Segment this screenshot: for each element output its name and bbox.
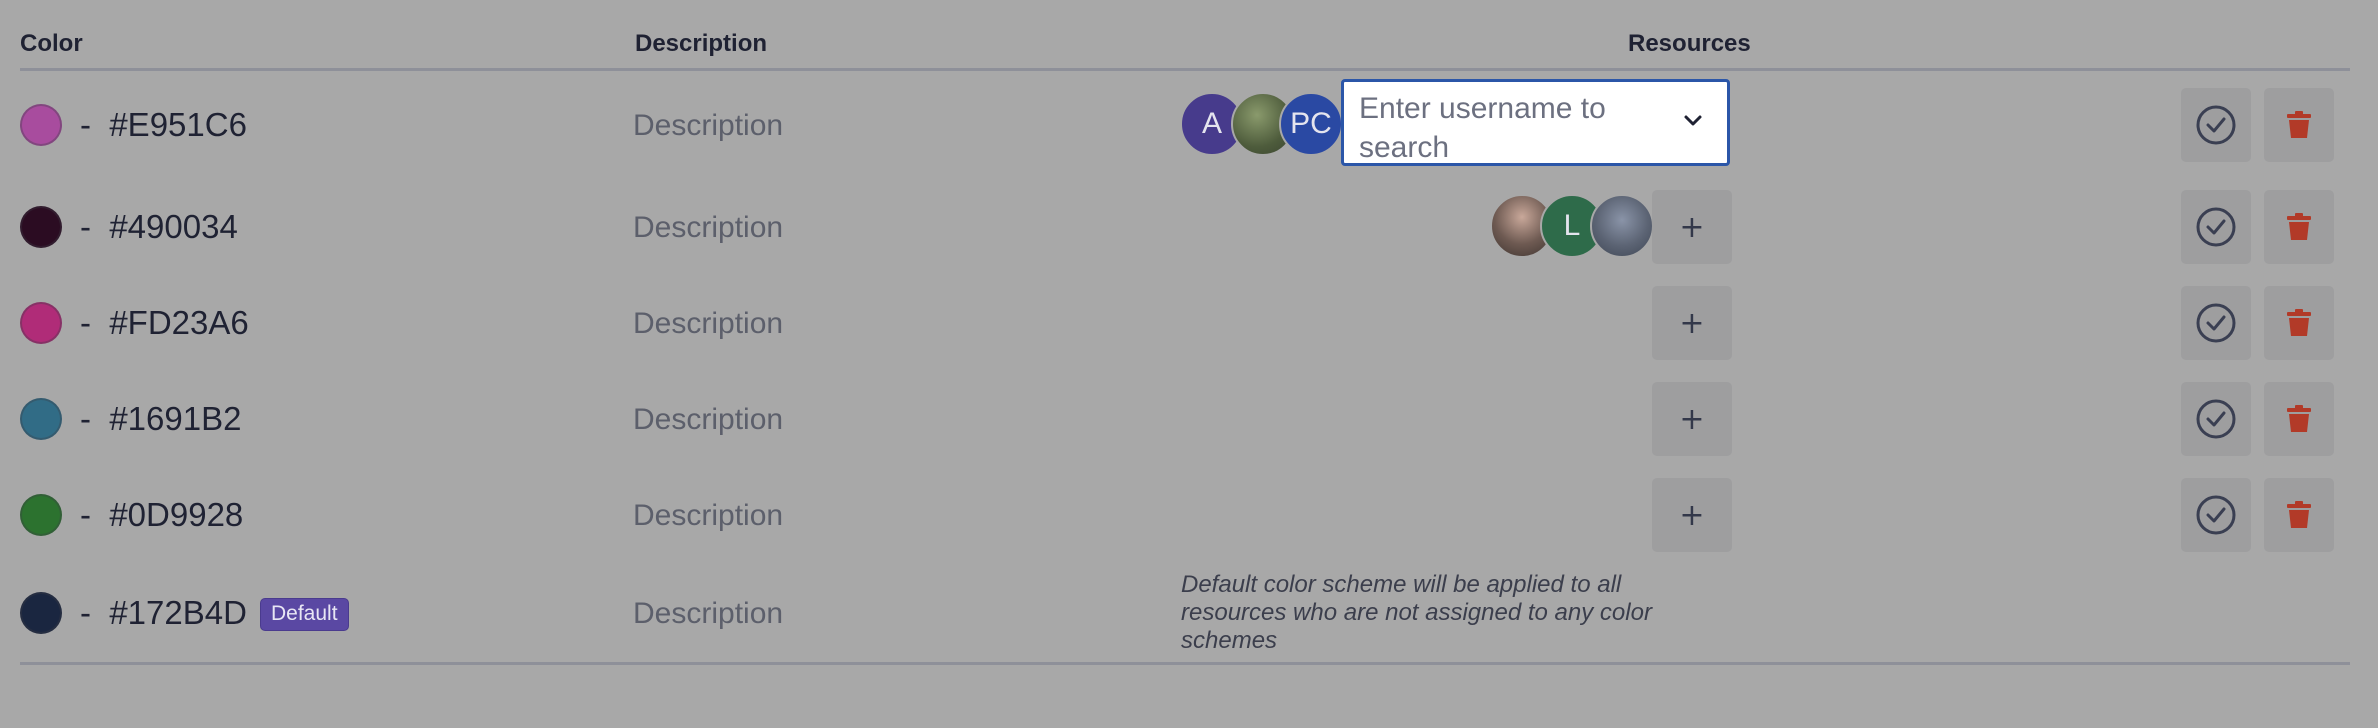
color-hex-label: - #172B4D <box>80 594 247 631</box>
color-swatch[interactable] <box>20 494 62 536</box>
column-header-resources: Resources <box>1628 30 1751 57</box>
avatar-initials: L <box>1563 209 1581 242</box>
description-field[interactable]: Description <box>633 307 783 341</box>
color-hex-label: - #E951C6 <box>80 106 247 143</box>
default-scheme-note: Default color scheme will be applied to … <box>1181 571 1652 654</box>
column-header-color: Color <box>20 30 83 57</box>
confirm-button[interactable] <box>2181 478 2251 552</box>
avatar[interactable]: PC <box>1279 92 1343 156</box>
description-field[interactable]: Description <box>633 403 783 437</box>
color-swatch[interactable] <box>20 104 62 146</box>
default-badge: Default <box>260 598 349 631</box>
color-hex-label: - #490034 <box>80 208 238 245</box>
trash-icon <box>2287 309 2311 336</box>
trash-icon <box>2287 501 2311 528</box>
add-resource-button[interactable]: + <box>1652 190 1732 264</box>
table-header: Color Description Resources <box>20 0 2350 71</box>
username-search-select[interactable]: Enter username to search <box>1341 79 1730 166</box>
delete-button[interactable] <box>2264 88 2334 162</box>
check-circle-icon <box>2196 207 2236 247</box>
color-swatch[interactable] <box>20 302 62 344</box>
check-circle-icon <box>2196 399 2236 439</box>
trash-icon <box>2287 405 2311 432</box>
description-field[interactable]: Description <box>633 109 783 143</box>
color-hex-label: - #0D9928 <box>80 496 244 533</box>
trash-icon <box>2287 213 2311 240</box>
add-resource-button[interactable]: + <box>1652 382 1732 456</box>
description-field[interactable]: Description <box>633 211 783 245</box>
delete-button[interactable] <box>2264 478 2334 552</box>
color-swatch[interactable] <box>20 592 62 634</box>
add-resource-button[interactable]: + <box>1652 286 1732 360</box>
table-bottom-divider <box>20 662 2350 665</box>
confirm-button[interactable] <box>2181 286 2251 360</box>
check-circle-icon <box>2196 495 2236 535</box>
color-hex-label: - #1691B2 <box>80 400 242 437</box>
confirm-button[interactable] <box>2181 382 2251 456</box>
trash-icon <box>2287 111 2311 138</box>
description-field[interactable]: Description <box>633 499 783 533</box>
add-resource-button[interactable]: + <box>1652 478 1732 552</box>
avatar-photo[interactable] <box>1590 194 1654 258</box>
avatar-initials: A <box>1201 107 1222 140</box>
color-hex-label: - #FD23A6 <box>80 304 249 341</box>
username-search-placeholder: Enter username to search <box>1359 92 1606 164</box>
delete-button[interactable] <box>2264 382 2334 456</box>
description-field[interactable]: Description <box>633 597 783 631</box>
chevron-down-icon <box>1684 115 1702 126</box>
color-swatch[interactable] <box>20 206 62 248</box>
confirm-button[interactable] <box>2181 88 2251 162</box>
color-swatch[interactable] <box>20 398 62 440</box>
check-circle-icon <box>2196 303 2236 343</box>
delete-button[interactable] <box>2264 286 2334 360</box>
color-scheme-table: Color Description Resources <box>20 0 2350 71</box>
delete-button[interactable] <box>2264 190 2334 264</box>
check-circle-icon <box>2196 105 2236 145</box>
column-header-description: Description <box>635 30 768 57</box>
avatar-initials: PC <box>1290 107 1332 140</box>
confirm-button[interactable] <box>2181 190 2251 264</box>
